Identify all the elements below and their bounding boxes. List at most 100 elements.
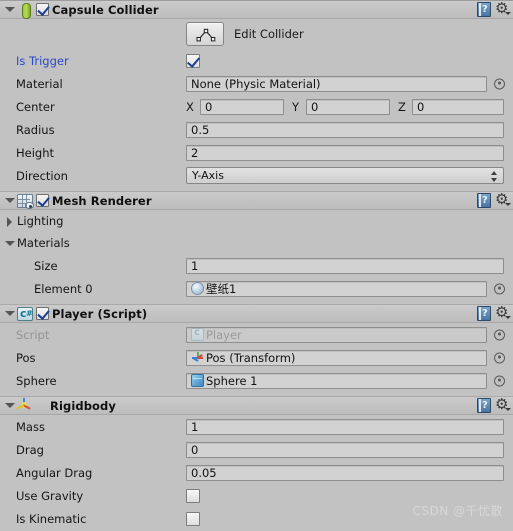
materials-foldout[interactable]: Materials — [0, 236, 186, 250]
help-icon[interactable] — [477, 193, 491, 208]
field-label-radius: Radius — [16, 122, 55, 137]
drag-input[interactable]: 0 — [186, 441, 504, 458]
capsule-collider-icon — [17, 2, 33, 19]
help-icon[interactable] — [477, 306, 491, 321]
gameobject-cube-icon — [191, 374, 204, 387]
transform-icon — [191, 351, 204, 364]
center-y-axis-label: Y — [292, 99, 300, 114]
gear-icon[interactable] — [495, 0, 511, 18]
edit-collider-button[interactable] — [186, 22, 224, 46]
component-title-capsule-collider: Capsule Collider — [52, 2, 159, 17]
center-x-group: X 0 — [186, 98, 292, 115]
csharp-script-icon — [17, 307, 33, 321]
component-header-actions-rigidbody — [477, 395, 511, 414]
gear-icon[interactable] — [495, 395, 511, 414]
element-0-object-picker-icon[interactable] — [494, 283, 505, 294]
field-label-center: Center — [16, 99, 55, 114]
field-label-mass: Mass — [16, 419, 45, 434]
edit-collider-label: Edit Collider — [234, 27, 304, 41]
foldout-arrow-capsule-collider[interactable] — [4, 4, 15, 15]
component-enabled-checkbox-capsule-collider[interactable] — [36, 3, 49, 16]
field-row-use-gravity: Use Gravity — [0, 484, 513, 507]
component-title-mesh-renderer: Mesh Renderer — [52, 193, 152, 208]
field-row-script: Script Player — [0, 323, 513, 346]
materials-label: Materials — [17, 236, 70, 250]
field-row-is-kinematic: Is Kinematic — [0, 507, 513, 530]
center-x-axis-label: X — [186, 99, 194, 114]
direction-value: Y-Axis — [192, 169, 224, 182]
center-y-input[interactable]: 0 — [306, 98, 390, 115]
field-row-height: Height 2 — [0, 141, 513, 164]
component-header-actions-capsule-collider — [477, 0, 511, 18]
chevron-updown-icon — [491, 171, 498, 182]
field-row-center: Center X 0 Y 0 Z 0 — [0, 95, 513, 118]
foldout-row-materials[interactable]: Materials — [0, 232, 513, 254]
foldout-arrow-player-script[interactable] — [4, 308, 15, 319]
component-header-rigidbody[interactable]: Rigidbody — [0, 395, 513, 415]
gear-icon[interactable] — [495, 190, 511, 209]
sphere-object-field[interactable]: Sphere 1 — [186, 372, 487, 389]
component-header-actions-mesh-renderer — [477, 190, 511, 209]
foldout-arrow-rigidbody[interactable] — [4, 400, 15, 411]
field-label-direction: Direction — [16, 168, 68, 183]
help-icon[interactable] — [477, 2, 491, 17]
element-0-object-field[interactable]: 壁纸1 — [186, 280, 487, 297]
field-label-pos: Pos — [16, 350, 36, 365]
material-value: None (Physic Material) — [191, 76, 321, 91]
sphere-value: Sphere 1 — [206, 373, 258, 388]
lighting-foldout[interactable]: Lighting — [0, 214, 186, 228]
material-object-picker-icon[interactable] — [494, 78, 505, 89]
component-header-actions-player-script — [477, 303, 511, 322]
sphere-object-picker-icon[interactable] — [494, 375, 505, 386]
component-enabled-checkbox-player-script[interactable] — [36, 307, 49, 320]
is-kinematic-checkbox[interactable] — [186, 511, 200, 526]
component-header-player-script[interactable]: Player (Script) — [0, 303, 513, 323]
sphere-material-icon — [191, 282, 204, 295]
material-object-field[interactable]: None (Physic Material) — [186, 75, 487, 92]
lighting-label: Lighting — [17, 214, 64, 228]
center-x-input[interactable]: 0 — [200, 98, 284, 115]
help-icon[interactable] — [477, 398, 491, 413]
field-row-sphere: Sphere Sphere 1 — [0, 369, 513, 392]
field-label-sphere: Sphere — [16, 373, 57, 388]
script-value: Player — [206, 327, 242, 342]
foldout-arrow-mesh-renderer[interactable] — [4, 195, 15, 206]
foldout-row-lighting[interactable]: Lighting — [0, 210, 513, 232]
field-label-size: Size — [34, 258, 58, 273]
radius-input[interactable]: 0.5 — [186, 121, 504, 138]
field-row-element-0: Element 0 壁纸1 — [0, 277, 513, 300]
foldout-arrow-lighting[interactable] — [4, 216, 15, 227]
materials-size-input[interactable]: 1 — [186, 257, 504, 274]
component-enabled-checkbox-mesh-renderer[interactable] — [36, 194, 49, 207]
field-label-material: Material — [16, 76, 63, 91]
pos-object-picker-icon[interactable] — [494, 352, 505, 363]
pos-object-field[interactable]: Pos (Transform) — [186, 349, 487, 366]
field-label-use-gravity: Use Gravity — [16, 488, 84, 503]
edit-collider-icon — [196, 28, 216, 42]
field-row-is-trigger: Is Trigger — [0, 49, 513, 72]
component-header-capsule-collider[interactable]: Capsule Collider — [0, 0, 513, 19]
mesh-renderer-icon — [17, 194, 34, 209]
center-z-group: Z 0 — [398, 98, 504, 115]
is-trigger-checkbox[interactable] — [186, 53, 200, 68]
field-label-drag: Drag — [16, 442, 44, 457]
edit-collider-row: Edit Collider — [0, 19, 513, 49]
script-object-field: Player — [186, 326, 487, 343]
field-label-is-trigger: Is Trigger — [16, 53, 69, 68]
component-header-mesh-renderer[interactable]: Mesh Renderer — [0, 190, 513, 210]
foldout-arrow-materials[interactable] — [4, 238, 15, 249]
use-gravity-checkbox[interactable] — [186, 488, 200, 503]
unity-inspector-panel: Capsule Collider Edit Collider Is Trigge… — [0, 0, 513, 531]
field-label-script: Script — [16, 327, 50, 342]
field-row-radius: Radius 0.5 — [0, 118, 513, 141]
height-input[interactable]: 2 — [186, 144, 504, 161]
center-z-input[interactable]: 0 — [412, 98, 504, 115]
field-row-direction: Direction Y-Axis — [0, 164, 513, 187]
direction-dropdown[interactable]: Y-Axis — [186, 167, 504, 184]
component-title-rigidbody: Rigidbody — [50, 398, 116, 413]
field-label-is-kinematic: Is Kinematic — [16, 511, 87, 526]
field-label-angular-drag: Angular Drag — [16, 465, 93, 480]
angular-drag-input[interactable]: 0.05 — [186, 464, 504, 481]
gear-icon[interactable] — [495, 303, 511, 322]
mass-input[interactable]: 1 — [186, 418, 504, 435]
